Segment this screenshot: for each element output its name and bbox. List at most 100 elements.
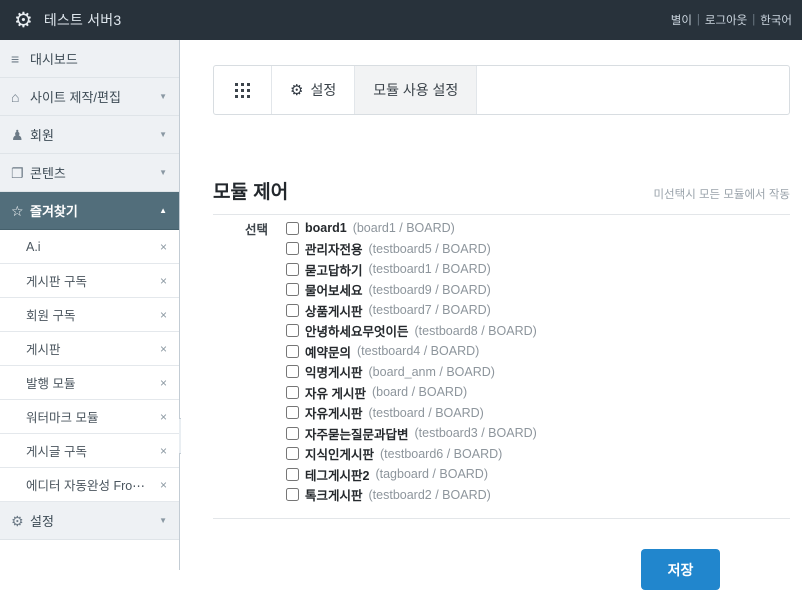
module-list-item[interactable]: 안녕하세요무엇이든 (testboard8 / BOARD) <box>286 321 537 342</box>
logout-link[interactable]: 로그아웃 <box>705 12 747 28</box>
star-icon: ☆ <box>11 202 24 219</box>
module-checkbox[interactable] <box>286 221 299 235</box>
module-checkbox[interactable] <box>286 467 299 481</box>
sidebar-item-label: 대시보드 <box>30 52 78 67</box>
close-icon[interactable]: × <box>160 479 167 491</box>
module-meta: (testboard5 / BOARD) <box>368 241 491 256</box>
favorite-label: 게시판 구독 <box>26 275 87 289</box>
tab-label: 설정 <box>310 82 337 98</box>
module-meta: (testboard2 / BOARD) <box>368 487 491 502</box>
section-hint-text: 미선택시 모든 모듈에서 작동 <box>653 189 790 201</box>
close-icon[interactable]: × <box>160 445 167 457</box>
header-separator-2: | <box>752 14 756 26</box>
sidebar-item-4[interactable]: ☆ 즐겨찾기 ▲ <box>0 192 179 230</box>
module-checkbox[interactable] <box>286 303 299 317</box>
sidebar: ≡ 대시보드 ⌂ 사이트 제작/편집 ▼ ♟ 회원 ▼ ❐ 콘텐츠 ▼ ☆ 즐겨찾기 ▲ A.i × 게시판 … <box>0 40 180 570</box>
chevron-icon: ▲ <box>159 205 167 215</box>
module-checkbox[interactable] <box>286 262 299 276</box>
module-list-item[interactable]: 관리자전용 (testboard5 / BOARD) <box>286 239 537 260</box>
close-icon[interactable]: × <box>160 309 167 321</box>
module-checkbox[interactable] <box>286 488 299 502</box>
tab-module-usage-settings[interactable]: 모듈 사용 설정 <box>355 66 478 114</box>
module-name: 자유게시판 <box>305 407 363 422</box>
chevron-icon: ▼ <box>159 167 167 177</box>
sidebar-favorite-item[interactable]: 워터마크 모듈 × <box>0 400 179 434</box>
sidebar-item-settings[interactable]: ⚙ 설정 ▼ <box>0 502 179 540</box>
module-meta: (testboard7 / BOARD) <box>368 303 491 318</box>
tab-label: 모듈 사용 설정 <box>373 82 459 98</box>
field-label-select: 선택 <box>244 223 268 237</box>
module-checkbox[interactable] <box>286 385 299 399</box>
module-list-item[interactable]: 톡크게시판 (testboard2 / BOARD) <box>286 485 537 506</box>
module-name: 묻고답하기 <box>305 263 363 278</box>
header-user-menu: 별이 | 로그아웃 | 한국어 <box>671 12 802 28</box>
module-list-item[interactable]: 상품게시판 (testboard7 / BOARD) <box>286 300 537 321</box>
close-icon[interactable]: × <box>160 343 167 355</box>
close-icon[interactable]: × <box>160 411 167 423</box>
brand-block[interactable]: ⚙ 테스트 서버3 <box>0 10 121 31</box>
tab-bar-filler <box>477 66 789 114</box>
module-checkbox[interactable] <box>286 365 299 379</box>
sidebar-favorite-item[interactable]: A.i × <box>0 230 179 264</box>
hamburger-icon: ≡ <box>11 50 20 67</box>
sidebar-item-0[interactable]: ≡ 대시보드 <box>0 40 179 78</box>
module-meta: (testboard8 / BOARD) <box>414 323 537 338</box>
sidebar-favorite-item[interactable]: 게시글 구독 × <box>0 434 179 468</box>
tab-bar: ⚙ 설정 모듈 사용 설정 <box>213 65 790 115</box>
module-meta: (testboard / BOARD) <box>368 405 484 420</box>
sidebar-favorites-list: A.i × 게시판 구독 × 회원 구독 × 게시판 × 발행 모듈 × 워터마크 모듈 × 게시글 구… <box>0 230 179 502</box>
module-list-item[interactable]: 지식인게시판 (testboard6 / BOARD) <box>286 444 537 465</box>
header-separator-1: | <box>696 14 700 26</box>
sidebar-item-label: 회원 <box>30 128 54 143</box>
module-list-item[interactable]: 테그게시판2 (tagboard / BOARD) <box>286 464 537 485</box>
module-checkbox[interactable] <box>286 242 299 256</box>
form-divider <box>213 518 790 519</box>
module-name: 지식인게시판 <box>305 448 375 463</box>
language-link[interactable]: 한국어 <box>760 12 792 28</box>
module-name: 예약문의 <box>305 345 352 360</box>
sidebar-item-label: 사이트 제작/편집 <box>30 90 121 105</box>
close-icon[interactable]: × <box>160 377 167 389</box>
page-title: 모듈 제어 <box>213 182 289 203</box>
module-meta: (testboard9 / BOARD) <box>368 282 491 297</box>
module-meta: (board / BOARD) <box>371 385 468 400</box>
header-username[interactable]: 별이 <box>671 12 692 28</box>
tab-drag-handle[interactable] <box>214 66 272 114</box>
tab-settings[interactable]: ⚙ 설정 <box>272 66 356 114</box>
module-checkbox[interactable] <box>286 426 299 440</box>
close-icon[interactable]: × <box>160 275 167 287</box>
module-list-item[interactable]: 묻고답하기 (testboard1 / BOARD) <box>286 259 537 280</box>
module-list-item[interactable]: 예약문의 (testboard4 / BOARD) <box>286 341 537 362</box>
module-list-item[interactable]: 자유 게시판 (board / BOARD) <box>286 382 537 403</box>
module-list-item[interactable]: 자유게시판 (testboard / BOARD) <box>286 403 537 424</box>
sidebar-favorite-item[interactable]: 발행 모듈 × <box>0 366 179 400</box>
favorite-label: 발행 모듈 <box>26 377 76 391</box>
module-checkbox[interactable] <box>286 344 299 358</box>
sidebar-favorite-item[interactable]: 게시판 × <box>0 332 179 366</box>
module-list-item[interactable]: 물어보세요 (testboard9 / BOARD) <box>286 280 537 301</box>
module-list-item[interactable]: 익명게시판 (board_anm / BOARD) <box>286 362 537 383</box>
sidebar-item-label: 콘텐츠 <box>30 166 66 181</box>
module-list-item[interactable]: 자주묻는질문과답변 (testboard3 / BOARD) <box>286 423 537 444</box>
sidebar-nav-list: ≡ 대시보드 ⌂ 사이트 제작/편집 ▼ ♟ 회원 ▼ ❐ 콘텐츠 ▼ ☆ 즐겨찾기 ▲ <box>0 40 179 230</box>
module-checkbox[interactable] <box>286 283 299 297</box>
module-meta: (testboard1 / BOARD) <box>368 262 491 277</box>
sidebar-favorite-item[interactable]: 에디터 자동완성 Fro⋯ × <box>0 468 179 502</box>
home-icon: ⌂ <box>11 88 20 105</box>
module-checkbox-list: board1 (board1 / BOARD) 관리자전용 (testboard5 /… <box>286 218 537 505</box>
module-name: 물어보세요 <box>305 284 363 299</box>
module-name: 익명게시판 <box>305 366 363 381</box>
sidebar-favorite-item[interactable]: 회원 구독 × <box>0 298 179 332</box>
sidebar-item-2[interactable]: ♟ 회원 ▼ <box>0 116 179 154</box>
sidebar-item-3[interactable]: ❐ 콘텐츠 ▼ <box>0 154 179 192</box>
section-header: 모듈 제어 미선택시 모든 모듈에서 작동 <box>213 177 790 215</box>
top-header-bar: ⚙ 테스트 서버3 별이 | 로그아웃 | 한국어 <box>0 0 802 40</box>
module-checkbox[interactable] <box>286 447 299 461</box>
module-checkbox[interactable] <box>286 324 299 338</box>
sidebar-item-1[interactable]: ⌂ 사이트 제작/편집 ▼ <box>0 78 179 116</box>
module-checkbox[interactable] <box>286 406 299 420</box>
sidebar-favorite-item[interactable]: 게시판 구독 × <box>0 264 179 298</box>
module-name: 톡크게시판 <box>305 489 363 504</box>
module-list-item[interactable]: board1 (board1 / BOARD) <box>286 218 537 239</box>
close-icon[interactable]: × <box>160 241 167 253</box>
